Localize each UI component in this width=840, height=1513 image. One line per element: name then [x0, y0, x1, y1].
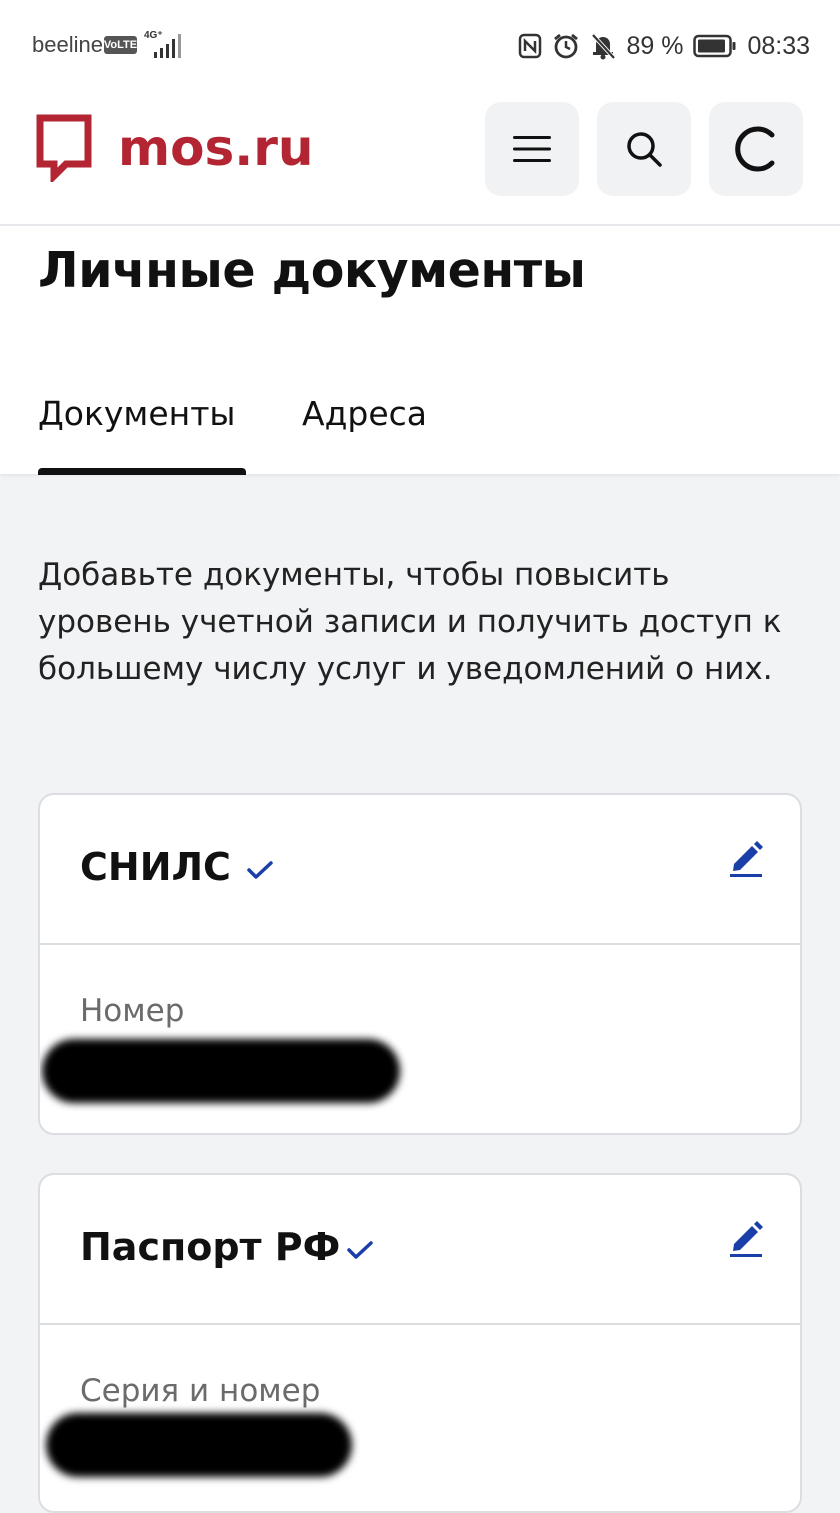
- menu-icon: [513, 136, 551, 162]
- site-header: mos.ru: [0, 92, 840, 226]
- card-header: СНИЛС: [40, 795, 800, 945]
- page-title: Личные документы: [38, 242, 586, 299]
- field-label: Серия и номер: [80, 1373, 321, 1409]
- signal-icon: [154, 34, 181, 58]
- loading-icon: [735, 126, 775, 172]
- document-title: Паспорт РФ: [80, 1225, 341, 1269]
- clock-time: 08:33: [747, 31, 810, 60]
- intro-text: Добавьте документы, чтобы повысить урове…: [38, 557, 782, 687]
- verified-check-icon: [247, 861, 273, 879]
- mute-bell-icon: [591, 33, 616, 60]
- volte-badge: VoLTE: [104, 36, 137, 54]
- carrier-name: beeline: [32, 32, 103, 57]
- document-card-snils: СНИЛС Номер: [38, 793, 802, 1135]
- redacted-value: [46, 1413, 352, 1477]
- verified-check-icon: [347, 1241, 373, 1259]
- tab-documents[interactable]: Документы: [38, 394, 235, 433]
- battery-icon: [693, 34, 736, 58]
- menu-button[interactable]: [485, 102, 579, 196]
- document-card-passport: Паспорт РФ Серия и номер: [38, 1173, 802, 1513]
- field-label: Номер: [80, 993, 185, 1029]
- mos-ru-logo[interactable]: mos.ru: [36, 114, 313, 182]
- active-tab-indicator: [38, 468, 246, 475]
- search-button[interactable]: [597, 102, 691, 196]
- search-icon: [627, 132, 662, 167]
- logo-speech-bubble-icon: [36, 114, 92, 182]
- redacted-value: [42, 1039, 400, 1103]
- status-bar: beeline VoLTE 4G⁺ 89 % 08:33: [0, 0, 840, 92]
- edit-pencil-icon[interactable]: [728, 837, 764, 877]
- battery-percent: 89 %: [626, 31, 684, 60]
- nfc-icon: [519, 33, 542, 59]
- card-header: Паспорт РФ: [40, 1175, 800, 1325]
- profile-button[interactable]: [709, 102, 803, 196]
- title-area: Личные документы Документы Адреса: [0, 226, 840, 475]
- alarm-icon: [554, 33, 579, 59]
- logo-text: mos.ru: [118, 119, 314, 177]
- document-title: СНИЛС: [80, 845, 231, 889]
- tab-addresses[interactable]: Адреса: [302, 394, 427, 433]
- edit-pencil-icon[interactable]: [728, 1217, 764, 1257]
